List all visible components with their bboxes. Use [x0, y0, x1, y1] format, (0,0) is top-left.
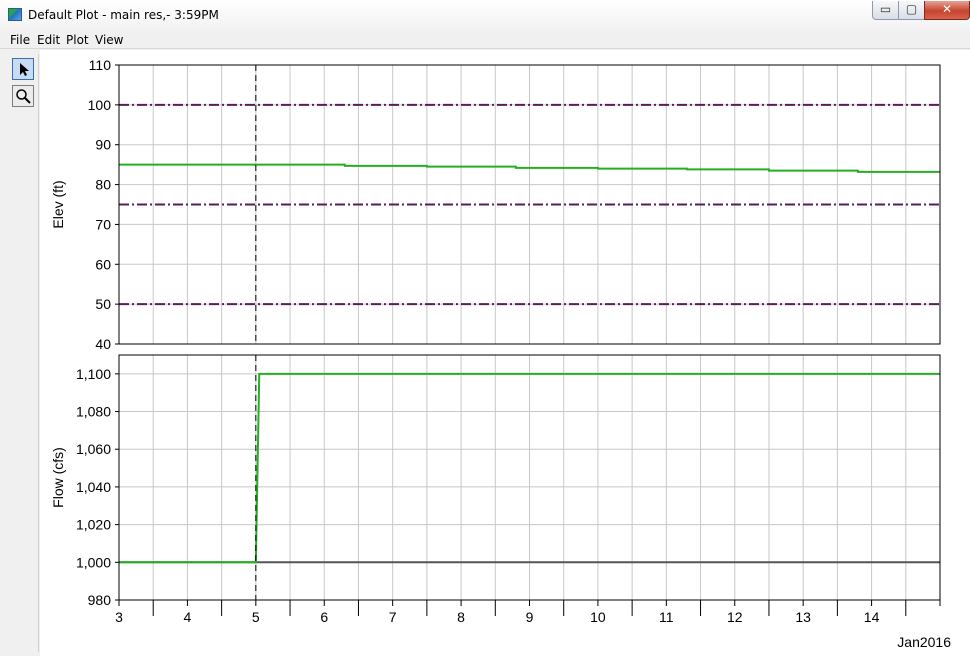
zoom-tool-button[interactable] [12, 85, 34, 107]
x-tick-label: 5 [252, 609, 260, 625]
y-tick-label: 90 [95, 137, 111, 153]
y-axis-title: Flow (cfs) [50, 447, 66, 508]
window-title: Default Plot - main res,- 3:59PM [28, 8, 219, 22]
y-tick-label: 1,060 [76, 441, 111, 457]
arrow-cursor-icon [20, 63, 29, 76]
menu-view[interactable]: View [95, 33, 123, 47]
x-tick-label: 6 [320, 609, 328, 625]
y-tick-label: 980 [88, 592, 112, 608]
y-tick-label: 1,080 [76, 404, 111, 420]
maximize-button[interactable]: ▢ [898, 1, 925, 20]
magnifier-icon [16, 89, 31, 104]
x-tick-label: 4 [184, 609, 192, 625]
x-tick-label: 13 [795, 609, 811, 625]
y-tick-label: 60 [95, 256, 111, 272]
x-tick-label: 8 [457, 609, 465, 625]
y-axis-title: Elev (ft) [50, 180, 66, 228]
app-icon [8, 8, 22, 21]
menu-file[interactable]: File [10, 33, 30, 47]
y-tick-label: 1,020 [76, 517, 111, 533]
y-tick-label: 40 [95, 336, 111, 352]
x-tick-label: 10 [590, 609, 606, 625]
minimize-button[interactable]: ▭ [872, 1, 899, 20]
y-tick-label: 1,100 [76, 366, 111, 382]
close-button[interactable]: ✕ [924, 1, 970, 20]
x-tick-label: 14 [864, 609, 880, 625]
x-tick-label: 7 [389, 609, 397, 625]
y-tick-label: 70 [95, 216, 111, 232]
plot-area[interactable]: 40 50 60 70 80 90 100 110 Elev (ft) 980 1,000 1,020… [40, 50, 970, 656]
x-tick-label: 9 [526, 609, 534, 625]
x-axis-date-caption: Jan2016 [897, 634, 951, 650]
y-tick-label: 1,000 [76, 554, 111, 570]
x-tick-label: 12 [727, 609, 743, 625]
select-tool-button[interactable] [12, 58, 34, 80]
plot-window: Default Plot - main res,- 3:59PM ▭ ▢ ✕ F… [0, 0, 970, 656]
y-tick-label: 110 [89, 57, 112, 73]
y-tick-label: 50 [95, 296, 111, 312]
y-tick-label: 80 [95, 177, 111, 193]
plot-canvas[interactable]: 40 50 60 70 80 90 100 110 Elev (ft) 980 1,000 1,020… [40, 50, 970, 656]
title-bar[interactable]: Default Plot - main res,- 3:59PM ▭ ▢ ✕ [0, 0, 970, 30]
x-tick-label: 11 [659, 609, 674, 625]
tool-palette [7, 54, 39, 652]
y-tick-label: 100 [88, 97, 112, 113]
y-tick-label: 1,040 [76, 479, 111, 495]
menu-bar: File Edit Plot View [0, 30, 970, 49]
x-tick-label: 3 [115, 609, 123, 625]
menu-edit[interactable]: Edit [37, 33, 60, 47]
menu-plot[interactable]: Plot [66, 33, 89, 47]
